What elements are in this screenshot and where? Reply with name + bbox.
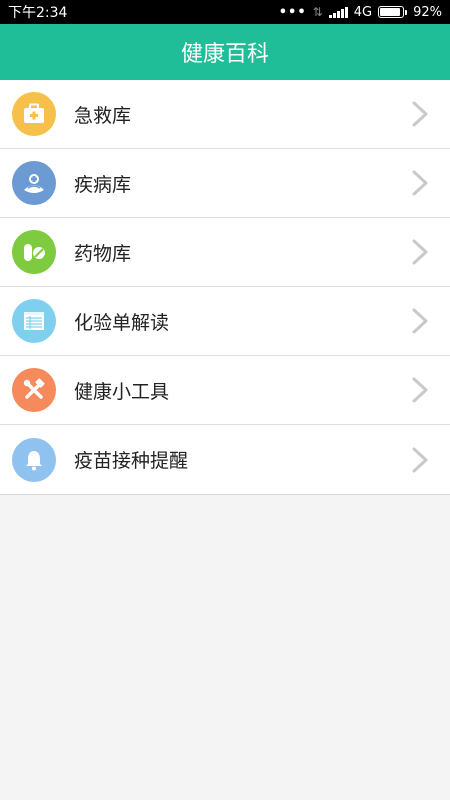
app-header: 健康百科 xyxy=(0,24,450,80)
menu-item-label: 化验单解读 xyxy=(74,311,170,334)
menu-item-first-aid[interactable]: 急救库 xyxy=(0,80,450,149)
signal-icon xyxy=(328,6,348,18)
network-type: 4G xyxy=(353,4,373,20)
status-indicators: ••• ⇅ 4G 92% xyxy=(279,5,442,20)
lab-report-icon xyxy=(12,299,56,343)
menu-item-label: 药物库 xyxy=(74,242,132,265)
bell-icon xyxy=(12,437,56,482)
menu-item-label: 健康小工具 xyxy=(74,380,170,403)
chevron-right-icon xyxy=(412,101,428,127)
menu-item-vaccine-reminder[interactable]: 疫苗接种提醒 xyxy=(0,425,450,494)
chevron-right-icon xyxy=(412,377,428,403)
pill-icon xyxy=(12,230,56,274)
encyclopedia-menu-list: 急救库 疾病库 药物库 化验单解读 健康小工具 疫苗接种提醒 xyxy=(0,80,450,495)
menu-item-label: 疾病库 xyxy=(74,173,132,196)
battery-icon xyxy=(378,6,408,18)
page-title: 健康百科 xyxy=(180,42,269,67)
chevron-right-icon xyxy=(412,170,428,196)
menu-item-label: 疫苗接种提醒 xyxy=(74,450,189,472)
tools-icon xyxy=(12,368,56,412)
first-aid-kit-icon xyxy=(12,92,56,136)
data-arrows-icon: ⇅ xyxy=(312,5,323,19)
menu-item-drug[interactable]: 药物库 xyxy=(0,218,450,287)
disease-icon xyxy=(12,161,56,205)
more-dots-icon: ••• xyxy=(278,4,307,20)
chevron-right-icon xyxy=(412,239,428,265)
menu-item-health-tools[interactable]: 健康小工具 xyxy=(0,356,450,425)
status-time: 下午2:34 xyxy=(8,5,68,21)
chevron-right-icon xyxy=(412,447,428,472)
chevron-right-icon xyxy=(412,308,428,334)
menu-item-label: 急救库 xyxy=(74,104,132,127)
status-bar: 下午2:34 ••• ⇅ 4G 92% xyxy=(0,0,450,24)
menu-item-disease[interactable]: 疾病库 xyxy=(0,149,450,218)
menu-item-lab-report[interactable]: 化验单解读 xyxy=(0,287,450,356)
battery-percent: 92% xyxy=(413,4,442,20)
